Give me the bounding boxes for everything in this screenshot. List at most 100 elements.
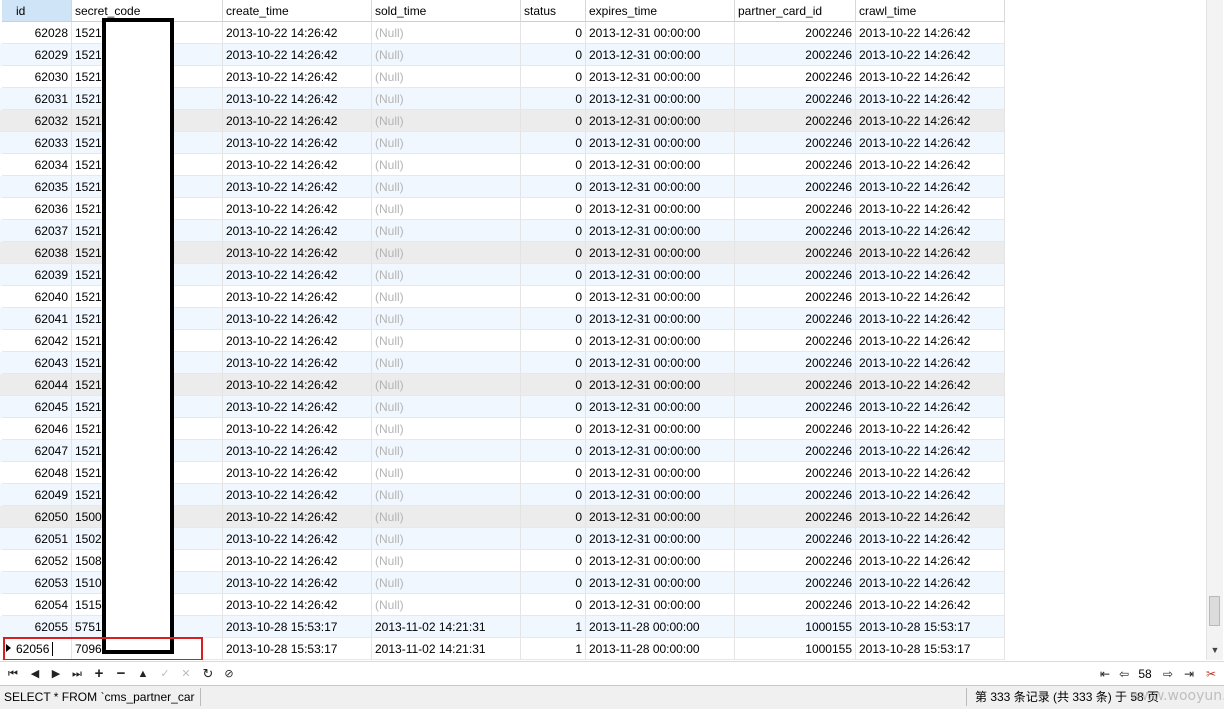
cell-create-time[interactable]: 2013-10-22 14:26:42: [223, 264, 372, 286]
cell-sold-time[interactable]: (Null): [372, 110, 521, 132]
cell-partner-card-id[interactable]: 2002246: [735, 88, 856, 110]
cell-sold-time[interactable]: (Null): [372, 22, 521, 44]
cell-id[interactable]: 62052: [2, 550, 72, 572]
cell-id[interactable]: 62038: [2, 242, 72, 264]
cell-expires-time[interactable]: 2013-12-31 00:00:00: [586, 132, 735, 154]
cell-create-time[interactable]: 2013-10-22 14:26:42: [223, 550, 372, 572]
data-grid[interactable]: id secret_code create_time sold_time status e…: [0, 0, 1224, 660]
cell-status[interactable]: 0: [521, 594, 586, 616]
cell-id[interactable]: 62049: [2, 484, 72, 506]
cell-create-time[interactable]: 2013-10-22 14:26:42: [223, 176, 372, 198]
cell-crawl-time[interactable]: 2013-10-22 14:26:42: [856, 286, 1005, 308]
cell-create-time[interactable]: 2013-10-22 14:26:42: [223, 528, 372, 550]
column-header-create-time[interactable]: create_time: [223, 0, 372, 22]
cell-partner-card-id[interactable]: 2002246: [735, 66, 856, 88]
cell-partner-card-id[interactable]: 2002246: [735, 506, 856, 528]
vertical-scrollbar[interactable]: ▼: [1206, 0, 1223, 660]
cell-expires-time[interactable]: 2013-12-31 00:00:00: [586, 528, 735, 550]
stop-icon[interactable]: ⊘: [220, 665, 238, 683]
cell-crawl-time[interactable]: 2013-10-28 15:53:17: [856, 638, 1005, 660]
cell-expires-time[interactable]: 2013-12-31 00:00:00: [586, 110, 735, 132]
cell-create-time[interactable]: 2013-10-22 14:26:42: [223, 220, 372, 242]
cell-crawl-time[interactable]: 2013-10-22 14:26:42: [856, 352, 1005, 374]
cell-partner-card-id[interactable]: 2002246: [735, 484, 856, 506]
cell-partner-card-id[interactable]: 2002246: [735, 264, 856, 286]
cell-expires-time[interactable]: 2013-12-31 00:00:00: [586, 198, 735, 220]
cell-sold-time[interactable]: (Null): [372, 154, 521, 176]
cell-crawl-time[interactable]: 2013-10-22 14:26:42: [856, 154, 1005, 176]
cell-status[interactable]: 0: [521, 286, 586, 308]
cell-expires-time[interactable]: 2013-12-31 00:00:00: [586, 264, 735, 286]
cell-create-time[interactable]: 2013-10-22 14:26:42: [223, 88, 372, 110]
cell-status[interactable]: 0: [521, 572, 586, 594]
cell-id[interactable]: 62042: [2, 330, 72, 352]
first-page-icon[interactable]: ⇤: [1096, 665, 1114, 683]
cell-create-time[interactable]: 2013-10-22 14:26:42: [223, 330, 372, 352]
cell-create-time[interactable]: 2013-10-22 14:26:42: [223, 594, 372, 616]
cell-create-time[interactable]: 2013-10-22 14:26:42: [223, 572, 372, 594]
last-record-icon[interactable]: ⏭: [68, 665, 86, 683]
prev-record-icon[interactable]: ◀: [26, 665, 44, 683]
cell-create-time[interactable]: 2013-10-22 14:26:42: [223, 286, 372, 308]
cell-create-time[interactable]: 2013-10-22 14:26:42: [223, 308, 372, 330]
cell-expires-time[interactable]: 2013-12-31 00:00:00: [586, 462, 735, 484]
cell-expires-time[interactable]: 2013-12-31 00:00:00: [586, 374, 735, 396]
cell-crawl-time[interactable]: 2013-10-22 14:26:42: [856, 308, 1005, 330]
column-header-status[interactable]: status: [521, 0, 586, 22]
cell-create-time[interactable]: 2013-10-22 14:26:42: [223, 66, 372, 88]
cell-expires-time[interactable]: 2013-12-31 00:00:00: [586, 44, 735, 66]
cell-create-time[interactable]: 2013-10-22 14:26:42: [223, 418, 372, 440]
cell-status[interactable]: 0: [521, 352, 586, 374]
cell-status[interactable]: 0: [521, 440, 586, 462]
cell-status[interactable]: 0: [521, 220, 586, 242]
cell-sold-time[interactable]: (Null): [372, 220, 521, 242]
cell-partner-card-id[interactable]: 2002246: [735, 198, 856, 220]
cell-sold-time[interactable]: (Null): [372, 330, 521, 352]
cell-sold-time[interactable]: (Null): [372, 418, 521, 440]
cell-sold-time[interactable]: (Null): [372, 44, 521, 66]
cell-crawl-time[interactable]: 2013-10-22 14:26:42: [856, 88, 1005, 110]
cell-sold-time[interactable]: (Null): [372, 176, 521, 198]
cell-id[interactable]: 62046: [2, 418, 72, 440]
cell-sold-time[interactable]: (Null): [372, 242, 521, 264]
cell-expires-time[interactable]: 2013-12-31 00:00:00: [586, 418, 735, 440]
cell-expires-time[interactable]: 2013-12-31 00:00:00: [586, 66, 735, 88]
move-up-icon[interactable]: ▲: [134, 665, 152, 683]
cell-crawl-time[interactable]: 2013-10-22 14:26:42: [856, 440, 1005, 462]
cell-partner-card-id[interactable]: 2002246: [735, 418, 856, 440]
cell-crawl-time[interactable]: 2013-10-22 14:26:42: [856, 220, 1005, 242]
cell-status[interactable]: 0: [521, 154, 586, 176]
cell-id[interactable]: 62036: [2, 198, 72, 220]
cell-crawl-time[interactable]: 2013-10-22 14:26:42: [856, 418, 1005, 440]
cell-crawl-time[interactable]: 2013-10-22 14:26:42: [856, 462, 1005, 484]
cell-sold-time[interactable]: (Null): [372, 352, 521, 374]
cell-status[interactable]: 0: [521, 176, 586, 198]
cell-crawl-time[interactable]: 2013-10-22 14:26:42: [856, 528, 1005, 550]
cell-partner-card-id[interactable]: 2002246: [735, 462, 856, 484]
cell-status[interactable]: 0: [521, 374, 586, 396]
cell-partner-card-id[interactable]: 2002246: [735, 572, 856, 594]
cell-id[interactable]: 62045: [2, 396, 72, 418]
cell-partner-card-id[interactable]: 2002246: [735, 44, 856, 66]
cell-sold-time[interactable]: (Null): [372, 308, 521, 330]
cell-create-time[interactable]: 2013-10-22 14:26:42: [223, 484, 372, 506]
cell-id[interactable]: 62029: [2, 44, 72, 66]
cell-id[interactable]: 62048: [2, 462, 72, 484]
cell-sold-time[interactable]: (Null): [372, 198, 521, 220]
cell-status[interactable]: 0: [521, 484, 586, 506]
discard-icon[interactable]: ✕: [177, 665, 195, 683]
cell-crawl-time[interactable]: 2013-10-22 14:26:42: [856, 396, 1005, 418]
cell-id[interactable]: 62037: [2, 220, 72, 242]
cell-expires-time[interactable]: 2013-11-28 00:00:00: [586, 638, 735, 660]
cell-id[interactable]: 62055: [2, 616, 72, 638]
cell-id[interactable]: 62039: [2, 264, 72, 286]
cell-status[interactable]: 0: [521, 88, 586, 110]
page-number-field[interactable]: 58: [1130, 665, 1160, 683]
cell-status[interactable]: 0: [521, 22, 586, 44]
cell-create-time[interactable]: 2013-10-22 14:26:42: [223, 242, 372, 264]
cell-id[interactable]: 62053: [2, 572, 72, 594]
cell-partner-card-id[interactable]: 2002246: [735, 132, 856, 154]
cell-id[interactable]: 62033: [2, 132, 72, 154]
cell-partner-card-id[interactable]: 2002246: [735, 374, 856, 396]
cell-status[interactable]: 0: [521, 462, 586, 484]
